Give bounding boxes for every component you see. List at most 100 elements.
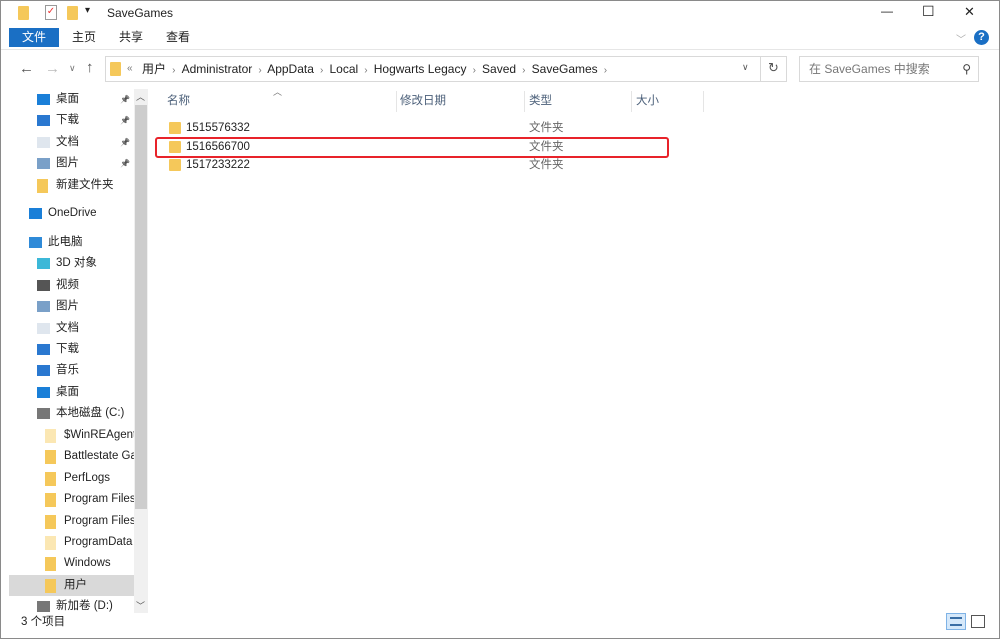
crumb[interactable]: Administrator: [182, 62, 253, 76]
help-icon[interactable]: ?: [974, 30, 989, 45]
pin-icon[interactable]: 📌: [120, 132, 130, 153]
sort-ascending-icon: ︿: [273, 87, 283, 97]
folder-icon: [45, 472, 56, 486]
nav-item-label: 新建文件夹: [56, 179, 114, 191]
nav-item[interactable]: 图片 📌: [9, 153, 134, 174]
pin-icon[interactable]: 📌: [120, 153, 130, 174]
column-header-size[interactable]: 大小: [636, 91, 659, 112]
recent-locations-icon[interactable]: ∨: [69, 63, 76, 74]
crumb[interactable]: Local: [329, 62, 358, 76]
tab-share[interactable]: 共享: [119, 28, 143, 47]
nav-item[interactable]: 下载 📌: [9, 110, 134, 131]
up-button[interactable]: ↑: [86, 59, 94, 76]
folder-icon: [110, 62, 121, 76]
nav-item[interactable]: ProgramData: [9, 532, 134, 553]
address-bar[interactable]: « 用户 › Administrator › AppData › Local ›…: [105, 56, 787, 82]
pin-icon[interactable]: 📌: [120, 89, 130, 110]
crumb[interactable]: SaveGames: [532, 62, 598, 76]
nav-item[interactable]: 视频: [9, 275, 134, 296]
column-header-name[interactable]: 名称: [167, 91, 190, 112]
nav-item-label: 视频: [56, 279, 79, 291]
address-dropdown-icon[interactable]: ∨: [742, 62, 749, 73]
nav-item-label: Battlestate Games: [64, 450, 134, 462]
drive-icon: [37, 601, 50, 612]
crumb[interactable]: Hogwarts Legacy: [374, 62, 467, 76]
details-view-button[interactable]: [946, 613, 966, 630]
nav-item[interactable]: Program Files: [9, 489, 134, 510]
file-row[interactable]: 1515576332 文件夹: [155, 119, 669, 138]
back-button[interactable]: ←: [19, 60, 34, 77]
nav-item[interactable]: 新加卷 (D:): [9, 596, 134, 613]
nav-item[interactable]: 新建文件夹: [9, 175, 134, 196]
nav-item-label: 新加卷 (D:): [56, 600, 113, 612]
divider[interactable]: [631, 91, 632, 112]
nav-item[interactable]: Battlestate Games: [9, 446, 134, 467]
folder-icon: [45, 579, 56, 593]
nav-item[interactable]: 文档: [9, 318, 134, 339]
divider[interactable]: [524, 91, 525, 112]
close-button[interactable]: ✕: [964, 4, 975, 20]
quick-access-dropdown-icon[interactable]: ▾: [85, 5, 90, 16]
scroll-down-icon[interactable]: ﹀: [136, 599, 145, 612]
folder-icon: [45, 429, 56, 443]
maximize-button[interactable]: ☐: [922, 3, 935, 20]
crumb[interactable]: Saved: [482, 62, 516, 76]
overflow-crumb[interactable]: «: [127, 57, 133, 81]
large-icons-view-button[interactable]: [971, 615, 985, 628]
nav-item[interactable]: 桌面 📌: [9, 89, 134, 110]
properties-icon[interactable]: ✓: [45, 5, 57, 20]
nav-item-label: 此电脑: [48, 236, 83, 248]
folder-icon: [169, 122, 181, 134]
nav-item[interactable]: 此电脑: [9, 232, 134, 253]
nav-item-label: 下载: [56, 114, 79, 126]
scroll-up-icon[interactable]: ︿: [136, 90, 145, 103]
refresh-button[interactable]: ↻: [768, 60, 779, 76]
crumb[interactable]: AppData: [267, 62, 314, 76]
nav-item[interactable]: 图片: [9, 296, 134, 317]
nav-item[interactable]: OneDrive: [9, 203, 134, 224]
forward-button[interactable]: →: [45, 60, 60, 77]
nav-item[interactable]: $WinREAgent: [9, 425, 134, 446]
minimize-button[interactable]: —: [881, 4, 893, 18]
picture-icon: [37, 158, 50, 169]
status-item-count: 3 个项目: [21, 616, 66, 628]
ribbon-expand-icon[interactable]: ﹀: [956, 31, 966, 46]
nav-item[interactable]: 下载: [9, 339, 134, 360]
crumb[interactable]: 用户: [142, 62, 166, 76]
new-folder-icon[interactable]: [67, 6, 78, 20]
nav-item-label: Windows: [64, 557, 111, 569]
tab-view[interactable]: 查看: [166, 28, 190, 47]
divider[interactable]: [703, 91, 704, 112]
nav-item[interactable]: 3D 对象: [9, 253, 134, 274]
folder-icon: [45, 515, 56, 529]
nav-item-label: Program Files (x86): [64, 515, 134, 527]
search-icon[interactable]: ⚲: [962, 57, 971, 81]
nav-item[interactable]: PerfLogs: [9, 468, 134, 489]
search-input[interactable]: 在 SaveGames 中搜索 ⚲: [799, 56, 979, 82]
tab-file[interactable]: 文件: [9, 28, 59, 47]
file-type: 文件夹: [529, 159, 564, 171]
divider: [760, 57, 761, 81]
nav-scrollbar-thumb[interactable]: [135, 105, 147, 509]
folder-icon: [45, 493, 56, 507]
nav-item[interactable]: 用户: [9, 575, 134, 596]
column-header-date[interactable]: 修改日期: [400, 91, 446, 112]
column-header-type[interactable]: 类型: [529, 91, 552, 112]
drive-icon: [37, 408, 50, 419]
divider[interactable]: [396, 91, 397, 112]
pin-icon[interactable]: 📌: [120, 110, 130, 131]
nav-item[interactable]: 文档 📌: [9, 132, 134, 153]
folder-icon: [169, 159, 181, 171]
music-icon: [37, 365, 50, 376]
tab-home[interactable]: 主页: [72, 28, 96, 47]
nav-item-label: $WinREAgent: [64, 429, 134, 441]
folder-icon: [18, 6, 29, 20]
nav-item[interactable]: Windows: [9, 553, 134, 574]
file-row[interactable]: 1517233222 文件夹: [155, 156, 669, 175]
cloud-icon: [29, 208, 42, 219]
nav-item[interactable]: Program Files (x86): [9, 511, 134, 532]
nav-item[interactable]: 音乐: [9, 360, 134, 381]
nav-item[interactable]: 本地磁盘 (C:): [9, 403, 134, 424]
window-title: SaveGames: [107, 6, 174, 20]
nav-item[interactable]: 桌面: [9, 382, 134, 403]
